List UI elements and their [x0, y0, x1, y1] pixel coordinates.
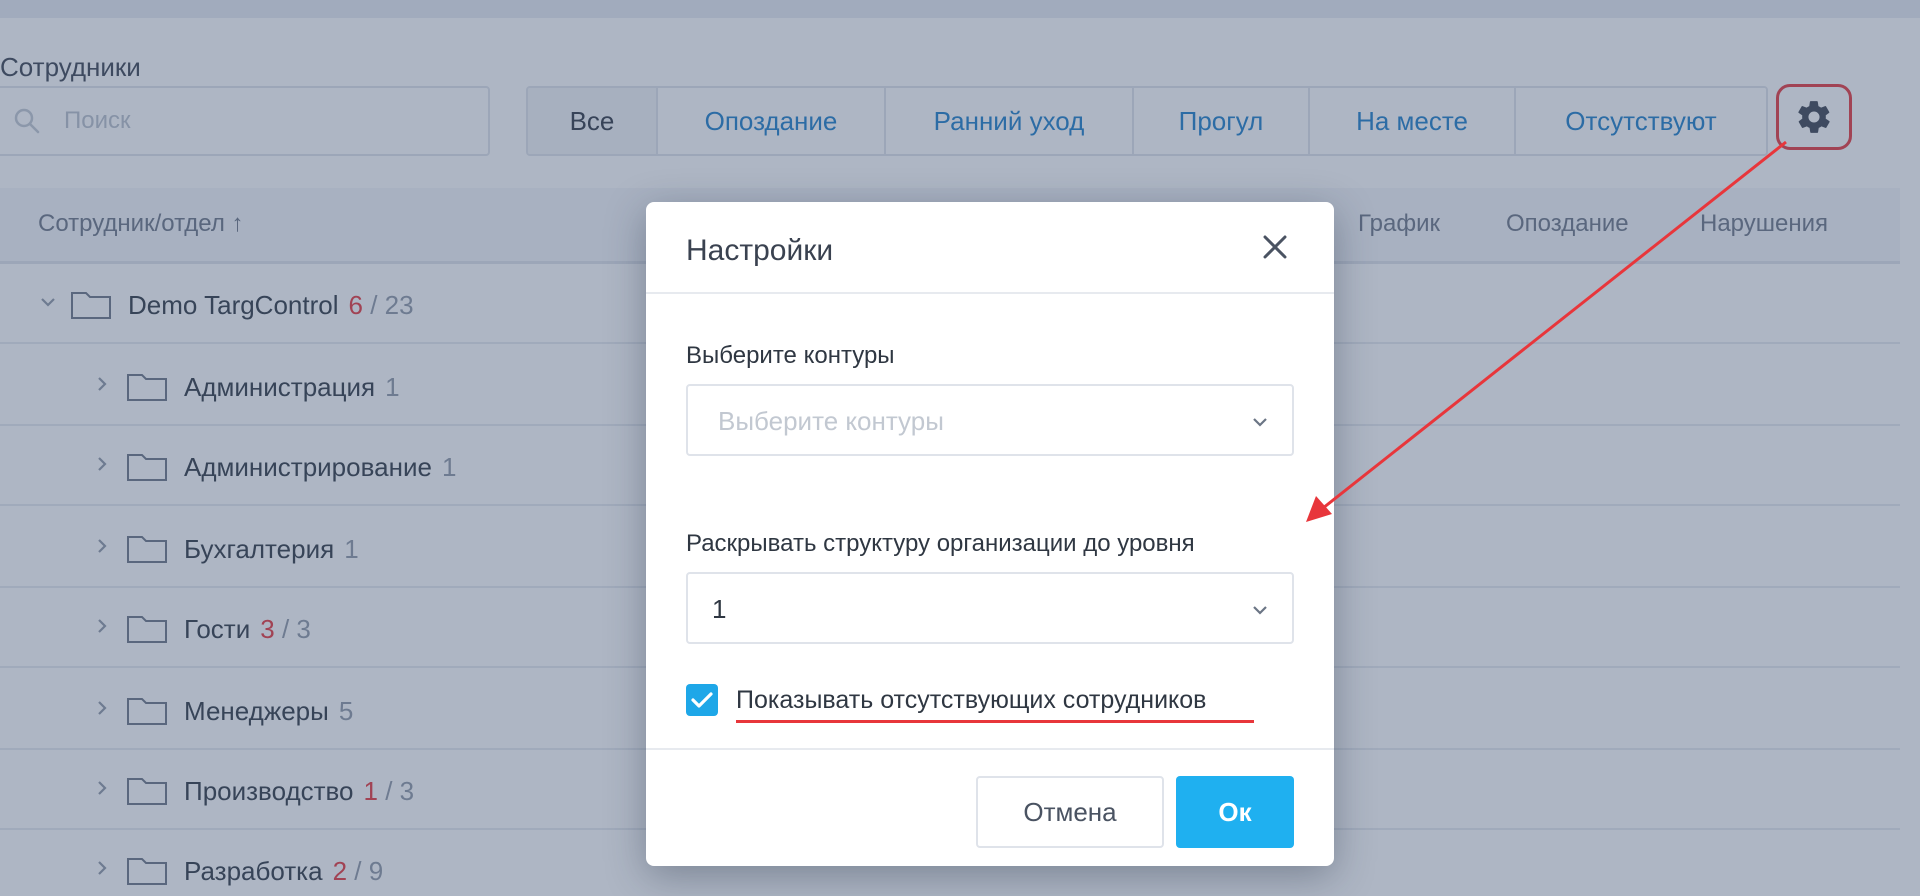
- contours-label: Выберите контуры: [686, 342, 895, 369]
- settings-dialog: Настройки Выберите контуры Выберите конт…: [646, 202, 1334, 866]
- cancel-button[interactable]: Отмена: [976, 776, 1164, 848]
- chevron-down-icon: [1253, 606, 1267, 615]
- level-select[interactable]: 1: [686, 572, 1294, 644]
- show-absent-label[interactable]: Показывать отсутствующих сотрудников: [736, 686, 1206, 715]
- checkmark-icon: [691, 692, 713, 708]
- dialog-footer: Отмена Ок: [646, 748, 1334, 866]
- level-label: Раскрывать структуру организации до уров…: [686, 530, 1195, 557]
- contours-select[interactable]: Выберите контуры: [686, 384, 1294, 456]
- close-icon[interactable]: [1258, 230, 1292, 264]
- chevron-down-icon: [1253, 418, 1267, 427]
- show-absent-checkbox[interactable]: [686, 684, 718, 716]
- ok-button[interactable]: Ок: [1176, 776, 1294, 848]
- annotation-underline: [736, 720, 1254, 723]
- contours-placeholder: Выберите контуры: [718, 406, 944, 436]
- dialog-header: Настройки: [646, 202, 1334, 294]
- level-value: 1: [712, 594, 727, 624]
- dialog-title: Настройки: [686, 234, 834, 267]
